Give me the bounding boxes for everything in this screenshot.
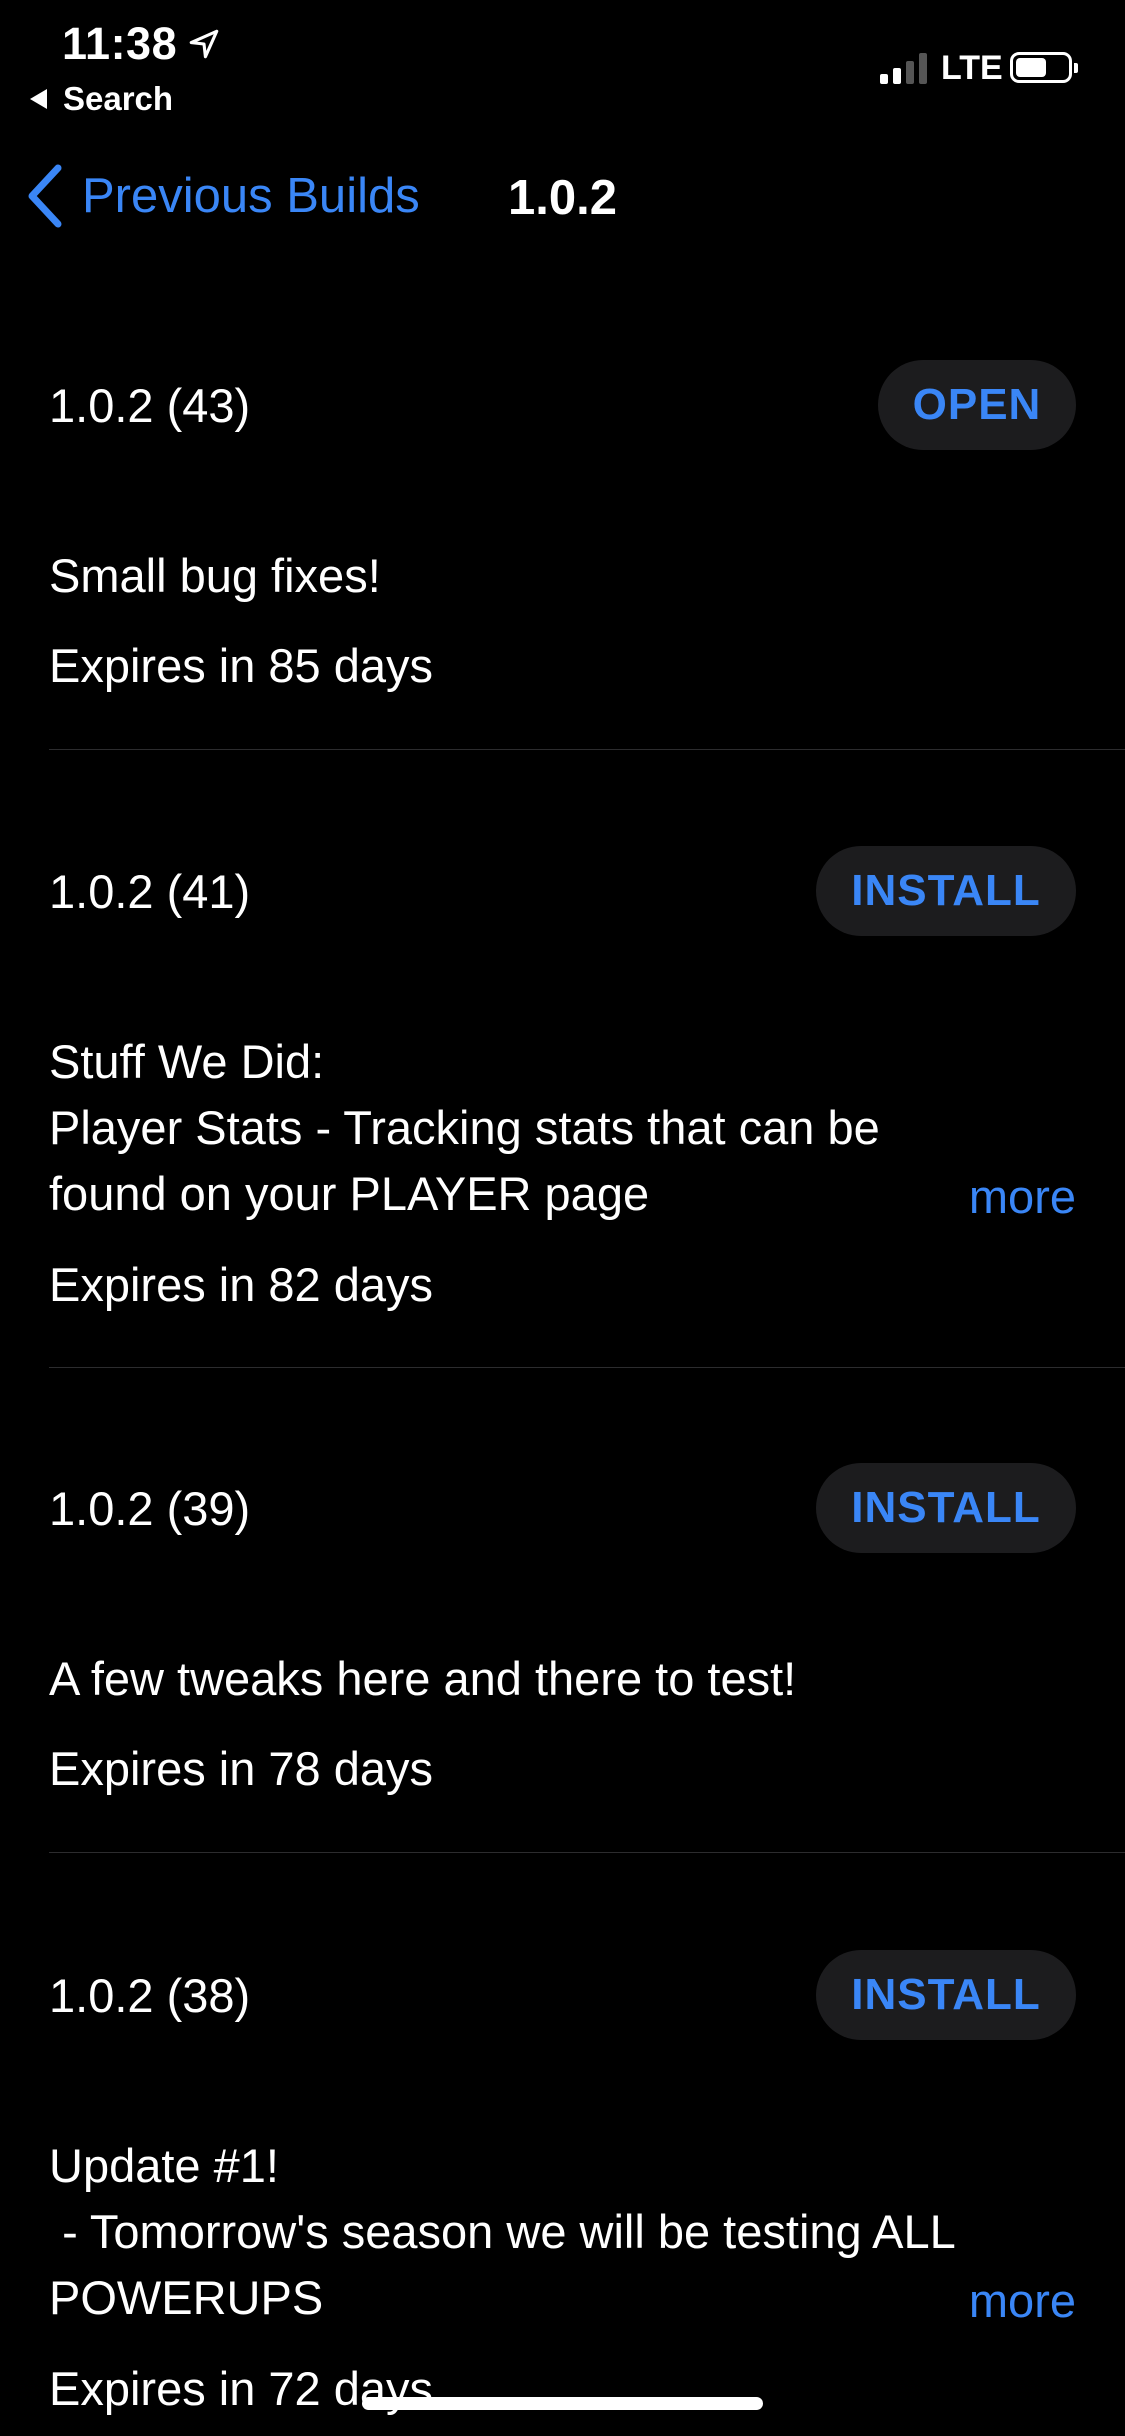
chevron-left-icon (28, 164, 62, 228)
status-bar: 11:38 Search LTE (0, 0, 1125, 130)
build-notes: Update #1! - Tomorrow's season we will b… (49, 2139, 956, 2324)
back-to-app-label: Search (63, 80, 174, 117)
back-button-label: Previous Builds (82, 169, 420, 223)
page-title: 1.0.2 (508, 171, 617, 225)
install-button[interactable]: INSTALL (816, 846, 1076, 936)
build-expires: Expires in 82 days (49, 1258, 434, 1311)
build-version: 1.0.2 (43) (49, 379, 251, 432)
battery-icon (1010, 52, 1078, 83)
divider (49, 1852, 1125, 1853)
location-arrow-icon (189, 29, 219, 59)
build-version: 1.0.2 (38) (49, 1969, 251, 2022)
network-type-label: LTE (941, 49, 1003, 87)
divider (49, 749, 1125, 750)
build-notes: Small bug fixes! (49, 549, 381, 602)
build-notes: A few tweaks here and there to test! (49, 1652, 797, 1705)
back-triangle-icon (30, 89, 47, 109)
build-notes: Stuff We Did: Player Stats - Tracking st… (49, 1035, 880, 1220)
build-expires: Expires in 85 days (49, 639, 434, 692)
more-link[interactable]: more (969, 2273, 1076, 2328)
previous-builds-back-button[interactable]: Previous Builds (26, 164, 420, 228)
divider (49, 1367, 1125, 1368)
build-version: 1.0.2 (41) (49, 865, 251, 918)
build-version: 1.0.2 (39) (49, 1482, 251, 1535)
back-to-app-button[interactable]: Search (30, 80, 173, 118)
open-button[interactable]: OPEN (878, 360, 1076, 450)
status-time-label: 11:38 (62, 18, 178, 69)
install-button[interactable]: INSTALL (816, 1463, 1076, 1553)
more-link[interactable]: more (969, 1169, 1076, 1224)
status-time: 11:38 (62, 18, 221, 70)
build-expires: Expires in 78 days (49, 1742, 434, 1795)
cellular-signal-icon (880, 52, 927, 84)
navigation-bar: Previous Builds 1.0.2 (0, 150, 1125, 250)
install-button[interactable]: INSTALL (816, 1950, 1076, 2040)
home-indicator[interactable] (362, 2397, 763, 2410)
